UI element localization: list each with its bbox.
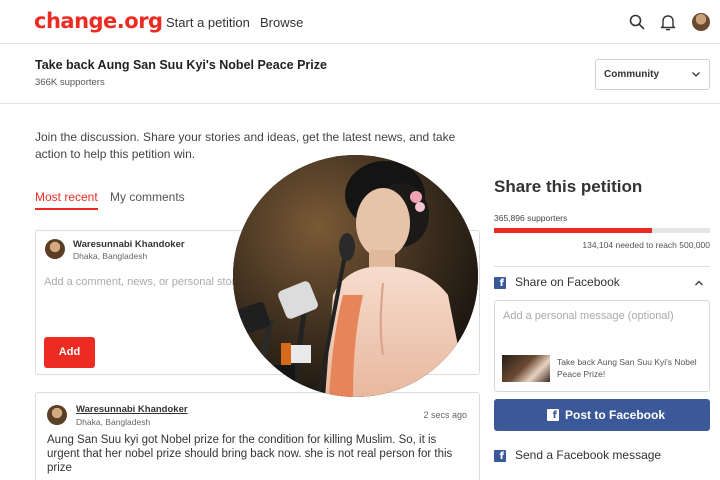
share-supporter-count: 365,896 supporters [494, 213, 568, 223]
add-comment-button[interactable]: Add [44, 337, 95, 368]
facebook-icon: f [547, 409, 559, 421]
nav-start-petition[interactable]: Start a petition [166, 15, 250, 30]
facebook-icon: f [494, 277, 506, 289]
comment-author[interactable]: Waresunnabi Khandoker [76, 404, 188, 415]
divider [494, 266, 710, 267]
post-to-facebook-label: Post to Facebook [565, 408, 666, 422]
petition-header: Take back Aung San Suu Kyi's Nobel Peace… [0, 44, 720, 104]
share-on-facebook-label: Share on Facebook [515, 275, 620, 289]
facebook-message-box[interactable]: Add a personal message (optional) Take b… [494, 300, 710, 392]
top-nav: change.org Start a petition Browse [0, 0, 720, 44]
tab-most-recent[interactable]: Most recent [35, 190, 98, 210]
comment-timestamp: 2 secs ago [423, 410, 467, 420]
change-org-logo[interactable]: change.org [34, 9, 163, 33]
comment-text: Aung San Suu kyi got Nobel prize for the… [47, 434, 453, 474]
share-preview-caption: Take back Aung San Suu Kyi's Nobel Peace… [557, 357, 697, 379]
speaker-photo [233, 155, 478, 397]
speaker-photo-illustration [233, 155, 478, 397]
personal-message-input[interactable]: Add a personal message (optional) [503, 310, 674, 322]
comment-author-location: Dhaka, Bangladesh [76, 417, 151, 427]
chevron-up-icon [695, 280, 703, 286]
user-avatar[interactable] [692, 13, 710, 31]
comment-input[interactable]: Add a comment, news, or personal story [44, 276, 241, 288]
share-preview-thumbnail [502, 355, 550, 382]
petition-title: Take back Aung San Suu Kyi's Nobel Peace… [35, 58, 327, 72]
share-title: Share this petition [494, 177, 643, 196]
search-icon[interactable] [628, 13, 646, 31]
nav-browse[interactable]: Browse [260, 15, 303, 30]
discussion-intro: Join the discussion. Share your stories … [35, 130, 456, 161]
chevron-down-icon [692, 72, 700, 77]
signature-progress-fill [494, 228, 652, 233]
avatar [45, 239, 65, 259]
composer-user-location: Dhaka, Bangladesh [73, 251, 148, 261]
composer-user-name: Waresunnabi Khandoker [73, 239, 185, 250]
send-facebook-message-label: Send a Facebook message [515, 448, 662, 462]
tab-my-comments[interactable]: My comments [110, 190, 185, 204]
signature-progress-bar [494, 228, 710, 233]
bell-icon[interactable] [659, 13, 677, 31]
petition-supporter-count: 366K supporters [35, 77, 105, 88]
facebook-icon: f [494, 450, 506, 462]
post-to-facebook-button[interactable]: f Post to Facebook [494, 399, 710, 431]
avatar [47, 405, 67, 425]
share-on-facebook-toggle[interactable]: f Share on Facebook [494, 275, 710, 291]
community-filter-label: Community [604, 69, 659, 80]
signatures-needed: 134,104 needed to reach 500,000 [582, 240, 710, 250]
comment-card: Waresunnabi Khandoker Dhaka, Bangladesh … [35, 392, 480, 480]
community-filter-select[interactable]: Community [595, 59, 710, 90]
send-facebook-message-link[interactable]: f Send a Facebook message [494, 448, 710, 464]
